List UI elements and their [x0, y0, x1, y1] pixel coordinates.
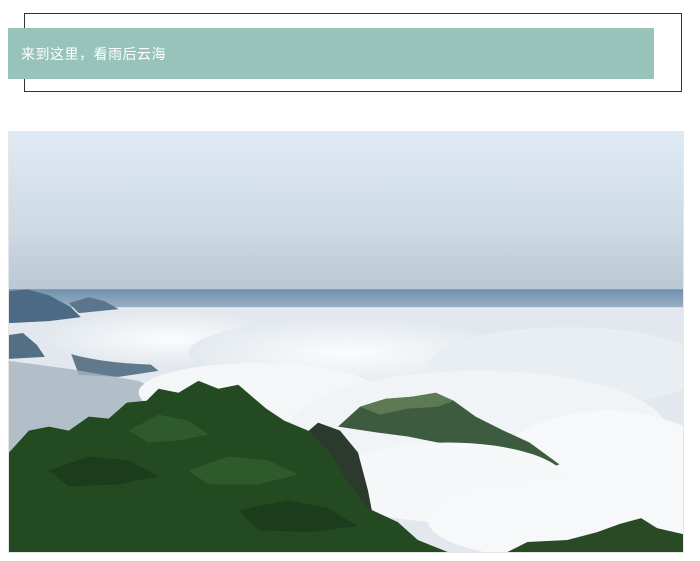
- section-header-banner: 来到这里，看雨后云海: [8, 28, 654, 79]
- sky: [9, 132, 683, 297]
- landscape-illustration: [9, 132, 683, 552]
- section-header-title: 来到这里，看雨后云海: [21, 46, 166, 63]
- sea-of-clouds-photo: [8, 131, 684, 553]
